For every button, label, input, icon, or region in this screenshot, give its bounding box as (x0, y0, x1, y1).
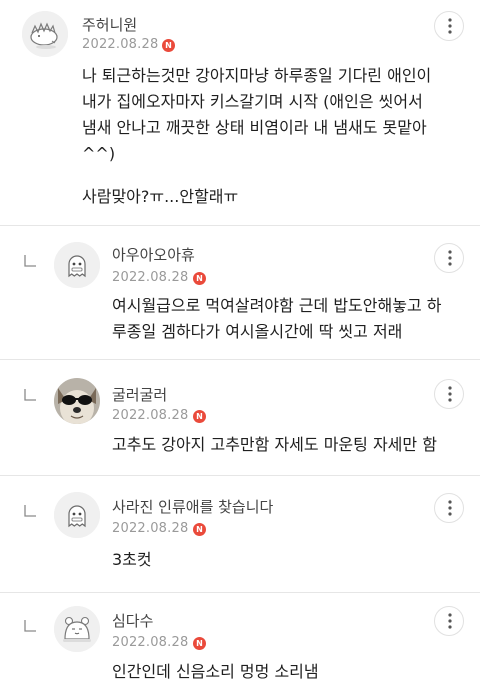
new-badge-icon: N (193, 410, 206, 423)
comment-date: 2022.08.28 (112, 521, 189, 536)
dog-with-sunglasses-photo[interactable] (54, 378, 100, 424)
comment-text-line: 인간인데 신음소리 멍멍 소리냄 (112, 662, 319, 681)
reply-item: 아우아오아휴 2022.08.28 N 여시월급으로 먹여살려야함 근데 밥도안… (0, 226, 480, 359)
reply-arrow-icon (24, 255, 36, 267)
more-options-button[interactable] (434, 243, 464, 273)
comment-text-line: 나 퇴근하는것만 강아지마냥 하루종일 기다린 애인이 (82, 66, 432, 85)
ghost-avatar-icon[interactable] (54, 242, 100, 288)
reply-arrow-icon (24, 389, 36, 401)
reply-item: 사라진 인류애를 찾습니다 2022.08.28 N 3초컷 (0, 476, 480, 592)
reply-item: 굴러굴러 2022.08.28 N 고추도 강아지 고추만함 자세도 마운팅 자… (0, 360, 480, 475)
comment-text-line: 루종일 겜하다가 여시올시간에 딱 씻고 저래 (112, 322, 403, 341)
comment-text-line: 고추도 강아지 고추만함 자세도 마운팅 자세만 함 (112, 435, 437, 454)
new-badge-icon: N (162, 39, 175, 52)
more-options-button[interactable] (434, 493, 464, 523)
reply-arrow-icon (24, 620, 36, 632)
comment-date: 2022.08.28 (112, 270, 189, 285)
comment-date: 2022.08.28 (112, 635, 189, 650)
more-vertical-icon (448, 250, 452, 266)
reply-arrow-icon (24, 505, 36, 517)
comment-text-line: 여시월급으로 먹여살려야함 근데 밥도안해놓고 하 (112, 296, 442, 315)
comment-text-line: 사람맞아?ㅠ...안할래ㅠ (82, 187, 239, 206)
more-options-button[interactable] (434, 379, 464, 409)
more-vertical-icon (448, 18, 452, 34)
more-options-button[interactable] (434, 606, 464, 636)
ghost-avatar-icon[interactable] (54, 492, 100, 538)
comment-date: 2022.08.28 (82, 37, 159, 52)
more-vertical-icon (448, 613, 452, 629)
more-vertical-icon (448, 500, 452, 516)
comment-date: 2022.08.28 (112, 408, 189, 423)
reply-item: 심다수 2022.08.28 N 인간인데 신음소리 멍멍 소리냄 (0, 593, 480, 692)
comment-username[interactable]: 심다수 (112, 610, 153, 631)
comment-text-line: 냄새 안나고 깨끗한 상태 비염이라 내 냄새도 못맡아 (82, 118, 427, 137)
comment-username[interactable]: 주허니원 (82, 14, 137, 35)
comment-username[interactable]: 굴러굴러 (112, 384, 167, 405)
comment-text-line: 3초컷 (112, 550, 152, 569)
hedgehog-avatar-icon[interactable] (22, 11, 68, 57)
comment-item: 주허니원 2022.08.28 N 나 퇴근하는것만 강아지마냥 하루종일 기다… (0, 0, 480, 225)
new-badge-icon: N (193, 272, 206, 285)
comment-username[interactable]: 아우아오아휴 (112, 244, 195, 265)
comment-username[interactable]: 사라진 인류애를 찾습니다 (112, 496, 273, 517)
new-badge-icon: N (193, 637, 206, 650)
more-vertical-icon (448, 386, 452, 402)
comment-text-line: 내가 집에오자마자 키스갈기며 시작 (애인은 씻어서 (82, 92, 423, 111)
comment-text-line: ^^) (82, 144, 116, 163)
more-options-button[interactable] (434, 11, 464, 41)
hamster-avatar-icon[interactable] (54, 606, 100, 652)
new-badge-icon: N (193, 523, 206, 536)
